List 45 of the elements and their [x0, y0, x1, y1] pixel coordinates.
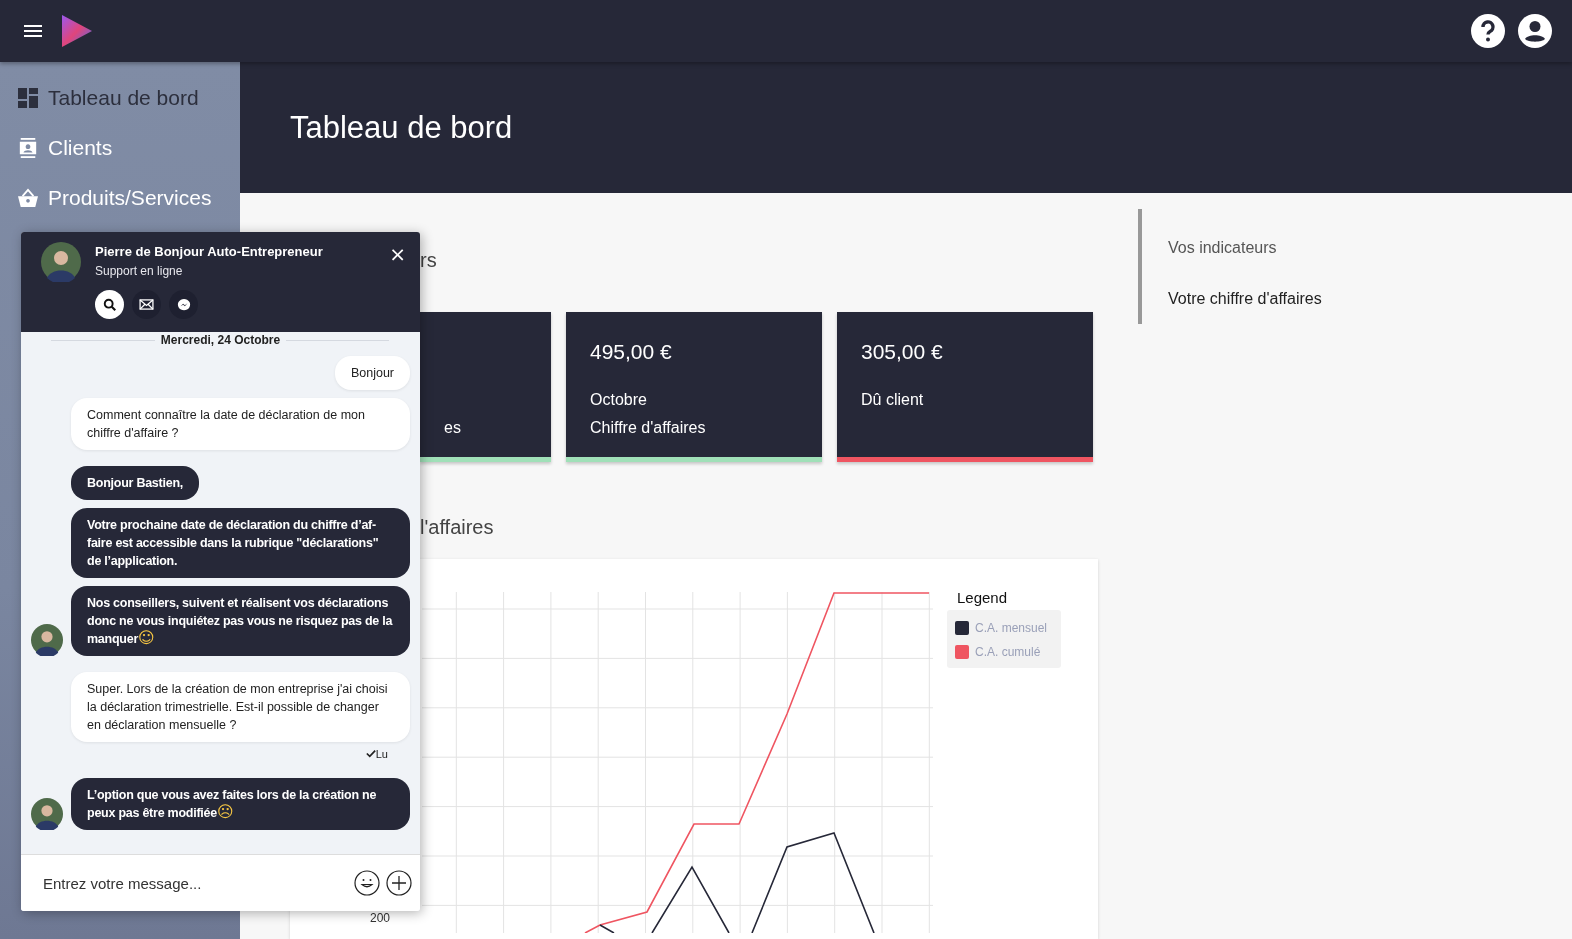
user-message: Comment connaître la date de déclaration de mon chiffre d'affaire ? [71, 398, 410, 450]
section-heading: l'affaires [420, 515, 495, 539]
channel-button[interactable] [95, 290, 124, 319]
account-icon[interactable] [1518, 14, 1552, 48]
indicator-label: Dû client [861, 390, 925, 410]
user-message: Bonjour [334, 356, 410, 390]
sidebar-item[interactable]: Tableau de bord [0, 73, 240, 123]
agent-message: L’option que vous avez faites lors de la création ne peux pas être modifiée☹ [71, 778, 410, 830]
page-title: Tableau de bord [290, 109, 513, 146]
chat-bubble-icon [176, 297, 191, 312]
agent-message: Bonjour Bastien, [71, 466, 199, 500]
date-separator: Mercredi, 24 Octobre [154, 332, 287, 348]
emoji-icon[interactable] [354, 870, 380, 896]
channel-button[interactable] [169, 290, 198, 319]
contact-card-icon [18, 138, 38, 158]
user-message: Super. Lors de la création de mon entreprise j'ai choisi la déclaration trimestrielle. Est-il possible de changer en déclaration mensuelle ? [71, 672, 410, 742]
agent-message: Nos conseillers, suivent et réalisent vos déclarations donc ne vous inquiétez pas vous ne risquez pas de la manquer☺ [71, 586, 410, 656]
close-button[interactable]: × [375, 242, 420, 266]
indicator-label: es [444, 418, 462, 438]
indicator-value: 495,00 € [590, 340, 673, 364]
agent-name: Pierre de Bonjour Auto-Entrepreneur [95, 244, 324, 259]
indicator-label: Octobre [590, 390, 648, 410]
legend-title: Legend [957, 589, 1009, 606]
agent-message: Votre prochaine date de déclaration du chiffre d’af-faire est accessible dans la rubrique "déclarations" de l’application. [71, 508, 410, 578]
page-nav-link[interactable]: Vos indicateurs [1168, 239, 1322, 257]
add-icon[interactable] [386, 870, 412, 896]
avatar [41, 242, 81, 282]
agent-status: Support en ligne [95, 264, 184, 278]
legend-label: C.A. cumulé [975, 645, 1041, 659]
dashboard-icon [18, 88, 38, 108]
axis-label: 200 [370, 911, 391, 925]
section-heading: rs [420, 248, 438, 272]
logo-icon[interactable] [60, 13, 94, 49]
legend-label: C.A. mensuel [975, 621, 1048, 635]
indicator-value: 305,00 € [861, 340, 944, 364]
channel-button[interactable] [132, 290, 161, 319]
indicator-label: Chiffre d'affaires [590, 418, 707, 438]
help-icon[interactable] [1471, 14, 1505, 48]
mail-icon [139, 299, 154, 310]
page-nav-link[interactable]: Votre chiffre d'affaires [1168, 290, 1322, 308]
search-icon [102, 297, 117, 312]
read-receipt: Lu [365, 748, 388, 760]
message-field[interactable]: Entrez votre message... [21, 854, 420, 911]
basket-icon [18, 188, 38, 208]
menu-icon[interactable] [24, 25, 42, 37]
